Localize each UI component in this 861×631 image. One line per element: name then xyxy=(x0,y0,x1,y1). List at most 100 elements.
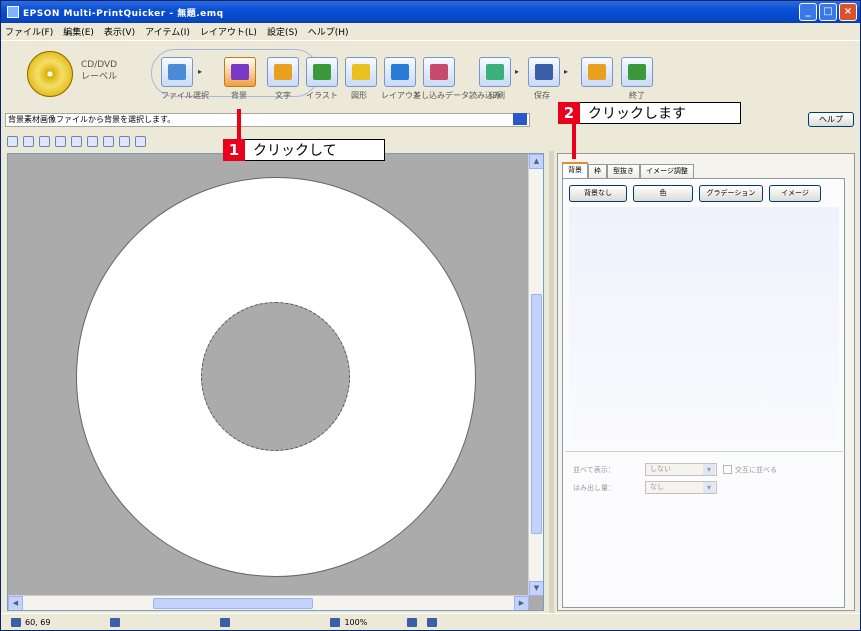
exit-label: 終了 xyxy=(629,91,645,100)
align-icon[interactable] xyxy=(135,135,146,147)
horizontal-scrollbar[interactable]: ◀ ▶ xyxy=(8,595,529,610)
alternate-label: 交互に並べる xyxy=(735,465,777,474)
menu-settings[interactable]: 設定(S) xyxy=(267,25,298,38)
status-bar: 60, 69 100% xyxy=(1,613,860,630)
arrow-icon: ▸ xyxy=(198,67,203,76)
rotate-icon[interactable] xyxy=(39,135,50,147)
scroll-up-icon[interactable]: ▲ xyxy=(529,154,543,169)
arrow-icon: ▸ xyxy=(564,67,569,76)
callout-1-pointer xyxy=(237,109,241,141)
zoom-text: 100% xyxy=(344,617,368,627)
delete-icon[interactable] xyxy=(87,135,98,147)
close-button[interactable]: × xyxy=(839,3,857,21)
callout-2-text: クリックします xyxy=(588,106,686,122)
no-background-button[interactable]: 背景なし xyxy=(569,185,627,202)
menu-item[interactable]: アイテム(I) xyxy=(145,25,190,38)
callout-1: 1 クリックして xyxy=(223,138,385,161)
panel-tabs: 背景 枠 型抜き イメージ調整 xyxy=(562,162,694,178)
tab-image-adjust[interactable]: イメージ調整 xyxy=(640,164,694,178)
tab-background[interactable]: 背景 xyxy=(562,162,588,178)
gradation-button[interactable]: グラデーション xyxy=(699,185,763,202)
file-select-button[interactable] xyxy=(161,57,193,87)
window-controls: _ □ × xyxy=(799,3,857,21)
tab-frame[interactable]: 枠 xyxy=(588,164,607,178)
text-label: 文字 xyxy=(275,91,291,100)
menu-file[interactable]: ファイル(F) xyxy=(5,25,53,38)
text-button[interactable] xyxy=(267,57,299,87)
menu-help[interactable]: ヘルプ(H) xyxy=(308,25,349,38)
title-bar[interactable]: EPSON Multi-PrintQuicker - 無題.emq _ □ × xyxy=(1,1,860,23)
shape-icon xyxy=(352,64,370,80)
menu-edit[interactable]: 編集(E) xyxy=(63,25,94,38)
scroll-left-icon[interactable]: ◀ xyxy=(8,596,23,610)
share-button[interactable] xyxy=(581,57,613,87)
checkbox-box[interactable] xyxy=(723,465,732,474)
horizontal-scroll-thumb[interactable] xyxy=(153,598,313,609)
scroll-right-icon[interactable]: ▶ xyxy=(514,596,529,610)
merge-data-button[interactable] xyxy=(423,57,455,87)
menu-layout[interactable]: レイアウト(L) xyxy=(200,25,257,38)
background-button[interactable] xyxy=(224,57,256,87)
save-output-button[interactable] xyxy=(528,57,560,87)
help-button[interactable]: ヘルプ xyxy=(808,112,854,127)
zoom-in-icon[interactable] xyxy=(55,135,66,147)
color-button[interactable]: 色 xyxy=(633,185,693,202)
zoom-icon xyxy=(330,617,341,627)
zoom-field: 100% xyxy=(330,617,368,627)
zoom-out-icon[interactable] xyxy=(71,135,82,147)
cursor-icon xyxy=(11,617,21,627)
background-label: 背景 xyxy=(231,91,247,100)
merge-data-icon xyxy=(430,64,448,80)
callout-2-pointer xyxy=(572,119,576,159)
overflow-select[interactable]: なし xyxy=(645,481,717,494)
tile-option-row: 並べて表示： しない 交互に並べる xyxy=(573,463,777,476)
background-tab-body: 背景なし 色 グラデーション イメージ 並べて表示： しない 交互に並べる はみ… xyxy=(562,178,845,608)
tile-select[interactable]: しない xyxy=(645,463,717,476)
background-list[interactable] xyxy=(569,207,839,477)
main-toolbar: CD/DVD レーベル ファイル選択 ▸ 背景 文字 イラスト 図形 レイアウト… xyxy=(1,40,860,110)
properties-panel: 背景 枠 型抜き イメージ調整 背景なし 色 グラデーション イメージ 並べて表… xyxy=(557,153,855,611)
vertical-scroll-thumb[interactable] xyxy=(531,294,542,534)
alternate-checkbox[interactable]: 交互に並べる xyxy=(723,465,777,475)
width-field xyxy=(110,617,121,627)
label-canvas[interactable]: ▲ ▼ ◀ ▶ xyxy=(7,153,544,611)
tile-label: 並べて表示： xyxy=(573,465,615,474)
menu-bar: ファイル(F) 編集(E) 表示(V) アイテム(I) レイアウト(L) 設定(… xyxy=(1,23,860,39)
undo-icon[interactable] xyxy=(7,135,18,147)
merge-data-label: 差し込みデータ読み込み xyxy=(413,91,501,100)
print-icon xyxy=(486,64,504,80)
maximize-button[interactable]: □ xyxy=(819,3,837,21)
redo-icon[interactable] xyxy=(23,135,34,147)
minimize-button[interactable]: _ xyxy=(799,3,817,21)
illustration-icon xyxy=(313,64,331,80)
paste-icon[interactable] xyxy=(119,135,130,147)
overflow-label: はみ出し量： xyxy=(573,483,615,492)
coords-text: 60, 69 xyxy=(25,617,51,627)
vertical-scrollbar[interactable]: ▲ ▼ xyxy=(528,154,543,596)
divider xyxy=(565,451,843,452)
shape-button[interactable] xyxy=(345,57,377,87)
print-button[interactable] xyxy=(479,57,511,87)
height-icon xyxy=(220,617,231,627)
cd-dvd-icon xyxy=(27,51,73,97)
copy-icon[interactable] xyxy=(103,135,114,147)
scroll-down-icon[interactable]: ▼ xyxy=(529,581,543,596)
file-select-icon xyxy=(168,64,186,80)
next-hint-icon[interactable] xyxy=(513,113,527,125)
pane-splitter[interactable] xyxy=(549,151,554,613)
rotation-icon xyxy=(407,617,418,627)
illustration-button[interactable] xyxy=(306,57,338,87)
exit-button[interactable] xyxy=(621,57,653,87)
background-icon xyxy=(231,64,249,80)
share-icon xyxy=(588,64,606,80)
layout-button[interactable] xyxy=(384,57,416,87)
angle-icon xyxy=(427,617,438,627)
callout-1-text: クリックして xyxy=(253,143,337,159)
cursor-position: 60, 69 xyxy=(11,617,51,627)
product-label: CD/DVD レーベル xyxy=(81,60,118,82)
exit-icon xyxy=(628,64,646,80)
tab-cutout[interactable]: 型抜き xyxy=(607,164,640,178)
window-title: EPSON Multi-PrintQuicker - 無題.emq xyxy=(23,8,224,19)
image-button[interactable]: イメージ xyxy=(769,185,821,202)
menu-view[interactable]: 表示(V) xyxy=(104,25,135,38)
